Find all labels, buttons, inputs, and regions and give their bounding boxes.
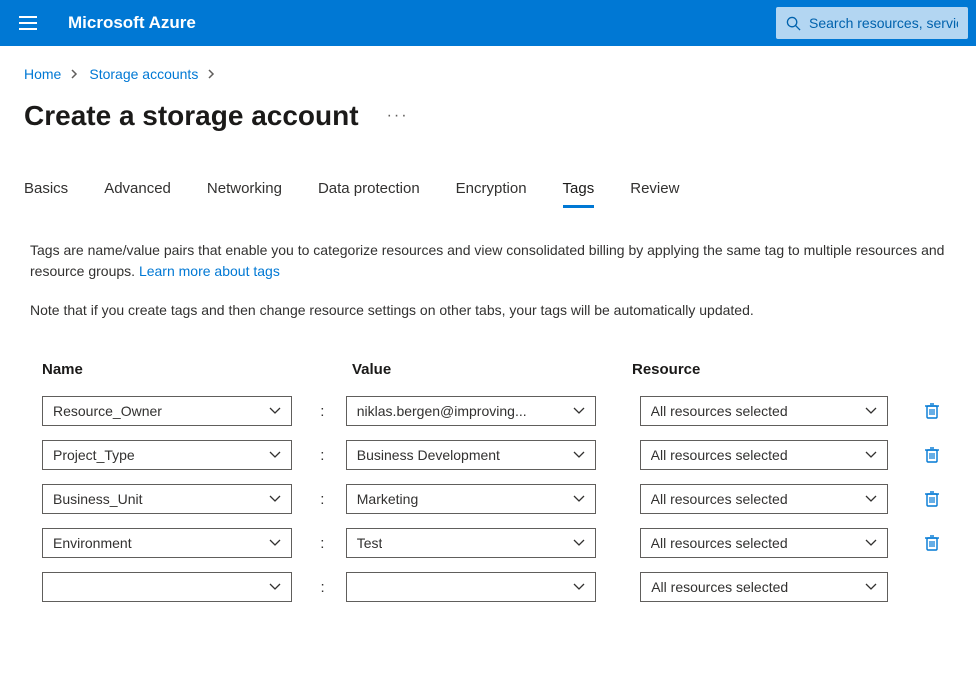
tag-row: Business_Unit: Marketing All resources sel…: [42, 484, 952, 514]
tag-value-text: niklas.bergen@improving...: [357, 403, 527, 419]
breadcrumb-storage-accounts[interactable]: Storage accounts: [89, 66, 198, 82]
breadcrumb: Home Storage accounts: [24, 66, 952, 82]
tag-name-value: Resource_Owner: [53, 403, 162, 419]
chevron-down-icon: [269, 539, 281, 547]
tag-name-value: Business_Unit: [53, 491, 143, 507]
chevron-right-icon: [71, 66, 79, 82]
chevron-down-icon: [865, 495, 877, 503]
chevron-down-icon: [865, 583, 877, 591]
tag-name-dropdown[interactable]: Resource_Owner: [42, 396, 292, 426]
tab-networking[interactable]: Networking: [207, 180, 282, 208]
tag-name-dropdown[interactable]: Project_Type: [42, 440, 292, 470]
colon-separator: :: [316, 491, 345, 508]
tag-resource-dropdown[interactable]: All resources selected: [640, 528, 888, 558]
column-header-value: Value: [352, 361, 632, 378]
chevron-down-icon: [573, 407, 585, 415]
chevron-down-icon: [573, 539, 585, 547]
search-icon: [786, 16, 801, 31]
tag-name-dropdown[interactable]: Environment: [42, 528, 292, 558]
tag-row: : All resources selected: [42, 572, 952, 602]
tab-review[interactable]: Review: [630, 180, 679, 208]
tag-value-dropdown[interactable]: [346, 572, 596, 602]
tag-resource-text: All resources selected: [651, 535, 788, 551]
delete-tag-button[interactable]: [912, 446, 952, 464]
search-placeholder: Search resources, services, and docs: [809, 15, 958, 31]
tag-resource-dropdown[interactable]: All resources selected: [640, 484, 888, 514]
colon-separator: :: [316, 403, 345, 420]
chevron-down-icon: [865, 407, 877, 415]
tag-value-dropdown[interactable]: Business Development: [346, 440, 596, 470]
topbar: Microsoft Azure Search resources, servic…: [0, 0, 976, 46]
delete-tag-button[interactable]: [912, 534, 952, 552]
tag-value-dropdown[interactable]: Marketing: [346, 484, 596, 514]
tab-data-protection[interactable]: Data protection: [318, 180, 420, 208]
tag-resource-dropdown[interactable]: All resources selected: [640, 396, 888, 426]
tag-value-text: Business Development: [357, 447, 500, 463]
chevron-down-icon: [269, 407, 281, 415]
column-header-name: Name: [42, 361, 322, 378]
tag-row: Project_Type: Business Development All res…: [42, 440, 952, 470]
chevron-right-icon: [208, 66, 216, 82]
chevron-down-icon: [269, 451, 281, 459]
learn-more-link[interactable]: Learn more about tags: [139, 263, 280, 279]
trash-icon: [924, 490, 940, 508]
tag-value-dropdown[interactable]: Test: [346, 528, 596, 558]
tab-tags[interactable]: Tags: [563, 180, 595, 208]
search-input[interactable]: Search resources, services, and docs: [776, 7, 968, 39]
brand-label: Microsoft Azure: [68, 13, 196, 33]
tag-name-dropdown[interactable]: [42, 572, 292, 602]
tag-value-dropdown[interactable]: niklas.bergen@improving...: [346, 396, 596, 426]
tag-value-text: Test: [357, 535, 383, 551]
more-actions-icon[interactable]: ···: [383, 103, 413, 129]
trash-icon: [924, 446, 940, 464]
tag-name-dropdown[interactable]: Business_Unit: [42, 484, 292, 514]
hamburger-menu-icon[interactable]: [8, 3, 48, 43]
tabs: Basics Advanced Networking Data protection E…: [24, 180, 952, 208]
colon-separator: :: [317, 579, 347, 596]
tab-advanced[interactable]: Advanced: [104, 180, 171, 208]
chevron-down-icon: [573, 451, 585, 459]
tag-row: Environment: Test All resources selected: [42, 528, 952, 558]
tag-name-value: Project_Type: [53, 447, 135, 463]
tags-header-row: Name Value Resource: [42, 361, 952, 378]
delete-tag-button[interactable]: [912, 490, 952, 508]
chevron-down-icon: [269, 495, 281, 503]
tag-resource-dropdown[interactable]: All resources selected: [640, 440, 888, 470]
trash-icon: [924, 534, 940, 552]
breadcrumb-home[interactable]: Home: [24, 66, 61, 82]
tab-basics[interactable]: Basics: [24, 180, 68, 208]
tag-value-text: Marketing: [357, 491, 418, 507]
tags-note: Note that if you create tags and then ch…: [24, 300, 952, 321]
tab-encryption[interactable]: Encryption: [456, 180, 527, 208]
tag-row: Resource_Owner: niklas.bergen@improving..…: [42, 396, 952, 426]
chevron-down-icon: [573, 583, 585, 591]
tag-resource-dropdown[interactable]: All resources selected: [640, 572, 888, 602]
column-header-resource: Resource: [632, 361, 892, 378]
chevron-down-icon: [865, 539, 877, 547]
tag-resource-text: All resources selected: [651, 447, 788, 463]
tag-resource-text: All resources selected: [651, 491, 788, 507]
tag-resource-text: All resources selected: [651, 403, 788, 419]
colon-separator: :: [316, 447, 345, 464]
tag-resource-text: All resources selected: [651, 579, 788, 595]
chevron-down-icon: [865, 451, 877, 459]
tags-description: Tags are name/value pairs that enable yo…: [24, 240, 952, 282]
colon-separator: :: [316, 535, 345, 552]
trash-icon: [924, 402, 940, 420]
chevron-down-icon: [573, 495, 585, 503]
tags-table: Name Value Resource Resource_Owner: nikla…: [24, 361, 952, 602]
delete-tag-button[interactable]: [912, 402, 952, 420]
page-title: Create a storage account: [24, 100, 359, 132]
tag-name-value: Environment: [53, 535, 132, 551]
chevron-down-icon: [269, 583, 281, 591]
